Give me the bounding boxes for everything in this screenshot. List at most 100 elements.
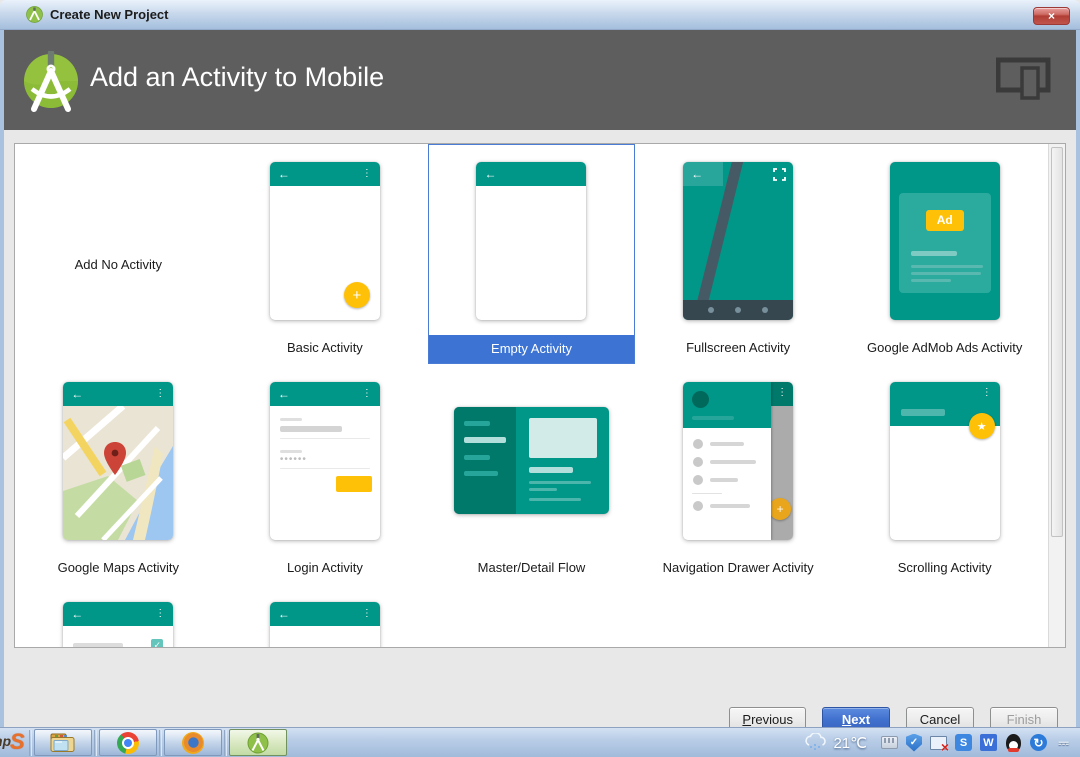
appbar: ← ⋮: [269, 162, 380, 186]
fab-plus-icon: +: [769, 498, 792, 520]
template-label: Master/Detail Flow: [477, 560, 586, 575]
taskbar-item-file-explorer[interactable]: [34, 729, 92, 756]
scrollbar-thumb[interactable]: [1051, 147, 1063, 537]
cancel-button[interactable]: Cancel: [906, 707, 974, 727]
overflow-menu-icon: ⋮: [155, 608, 166, 619]
nav-bar: [683, 300, 794, 320]
fullscreen-icon: [773, 168, 786, 181]
template-label: Scrolling Activity: [897, 560, 992, 575]
weather-widget[interactable]: 21℃: [803, 733, 867, 752]
taskbar-separator: [94, 729, 97, 756]
dimmed-content: [771, 406, 794, 540]
android-studio-logo: [24, 51, 78, 112]
downloader-icon[interactable]: ↻: [1030, 734, 1047, 751]
template-cell-basic-activity[interactable]: ← ⋮ + Basic Activity: [222, 144, 429, 364]
taskbar-item-partial[interactable]: hp S: [0, 729, 27, 757]
template-cell-empty-activity[interactable]: ← Empty Activity: [428, 144, 635, 364]
window-titlebar[interactable]: Create New Project ×: [0, 0, 1080, 30]
template-cell-add-no-activity[interactable]: Add No Activity: [15, 144, 222, 364]
master-detail-thumbnail: [453, 407, 609, 514]
taskbar-separator: [224, 729, 227, 756]
overflow-menu-icon: ⋮: [361, 608, 372, 619]
folder-icon: [50, 733, 75, 752]
partial-thumbnail: ← ⋮: [269, 602, 380, 647]
vertical-scrollbar[interactable]: [1048, 144, 1065, 647]
overflow-menu-icon: ⋮: [361, 388, 372, 399]
map-graphic: [63, 406, 174, 540]
back-arrow-icon: ←: [71, 607, 84, 621]
taskbar: hp S: [0, 727, 1080, 757]
template-cell-nav-drawer[interactable]: ⋮ + Navigation Drawer Activity: [635, 364, 842, 584]
admob-activity-thumbnail: Ad: [889, 162, 1000, 320]
template-cell-admob-activity[interactable]: Ad Google AdMob Ads Activity: [841, 144, 1048, 364]
signin-button-shape: [335, 476, 372, 492]
empty-activity-thumbnail: ←: [476, 162, 587, 320]
template-label: Fullscreen Activity: [686, 340, 791, 355]
dialog-body: Add an Activity to Mobile Add No Activit…: [0, 30, 1080, 727]
login-activity-thumbnail: ← ⋮ ••••••: [269, 382, 380, 540]
overflow-menu-icon: ⋮: [981, 387, 992, 398]
template-cell-scrolling-activity[interactable]: ⋮ ★ Scrolling Activity: [841, 364, 1048, 584]
taskbar-item-android-studio[interactable]: [229, 729, 287, 756]
nav-drawer-thumbnail: ⋮ +: [683, 382, 794, 540]
ad-badge: Ad: [925, 210, 964, 231]
taskbar-item-firefox[interactable]: [164, 729, 222, 756]
template-label: Add No Activity: [74, 256, 163, 272]
overflow-menu-icon: ⋮: [155, 388, 166, 399]
taskbar-separator: [159, 729, 162, 756]
taskbar-item-chrome[interactable]: [99, 729, 157, 756]
firefox-icon: [182, 731, 204, 754]
fullscreen-activity-thumbnail: ←: [683, 162, 794, 320]
appbar-edge: ⋮: [771, 382, 794, 406]
back-arrow-icon: ←: [71, 387, 84, 401]
close-button[interactable]: ×: [1033, 7, 1070, 25]
detail-pane: [516, 407, 609, 514]
keyboard-tray-icon[interactable]: [881, 734, 898, 751]
back-arrow-icon: ←: [484, 167, 497, 181]
back-arrow-icon: ←: [683, 162, 724, 186]
next-button[interactable]: Next: [822, 707, 890, 727]
template-label: Basic Activity: [286, 340, 363, 355]
drawer-panel: [683, 382, 772, 540]
template-gallery: Add No Activity ← ⋮ + Basic Activity ← E…: [14, 143, 1066, 648]
back-arrow-icon: ←: [277, 607, 290, 621]
password-dots: ••••••: [279, 454, 307, 465]
chrome-icon: [117, 731, 139, 754]
template-grid: Add No Activity ← ⋮ + Basic Activity ← E…: [15, 144, 1048, 647]
network-error-icon[interactable]: ×: [930, 734, 949, 754]
taskbar-separator: [29, 729, 32, 756]
template-cell-partial-1[interactable]: ← ⋮ ✓: [15, 584, 222, 647]
appbar: ←: [476, 162, 587, 186]
template-cell-partial-2[interactable]: ← ⋮: [222, 584, 429, 647]
template-cell-maps-activity[interactable]: ← ⋮ Google Maps Activity: [15, 364, 222, 584]
template-cell-master-detail[interactable]: Master/Detail Flow: [428, 364, 635, 584]
security-shield-icon[interactable]: ✓: [906, 733, 922, 752]
close-icon: ×: [1047, 9, 1055, 23]
template-label: Login Activity: [286, 560, 363, 575]
previous-button[interactable]: Previous: [729, 707, 806, 727]
basic-activity-thumbnail: ← ⋮ +: [269, 162, 380, 320]
android-studio-window-icon: [26, 6, 43, 23]
system-tray: 21℃ ✓ × S W ↻ ⎓: [803, 733, 1080, 754]
template-cell-login-activity[interactable]: ← ⋮ •••••• Login Activity: [222, 364, 429, 584]
input-method-icon[interactable]: S: [955, 734, 972, 751]
back-arrow-icon: ←: [277, 387, 290, 401]
word-icon[interactable]: W: [980, 734, 997, 751]
selected-template-label: Empty Activity: [429, 335, 634, 363]
remove-hardware-icon[interactable]: ⎓: [1055, 734, 1072, 751]
mobile-device-icon: [996, 57, 1051, 100]
template-cell-fullscreen-activity[interactable]: ← Fullscreen Activity: [635, 144, 842, 364]
qq-icon[interactable]: [1005, 733, 1022, 752]
overflow-menu-icon: ⋮: [361, 168, 372, 179]
template-label: Navigation Drawer Activity: [662, 560, 814, 575]
android-studio-icon: [247, 732, 269, 753]
checkbox-icon: ✓: [151, 639, 164, 647]
avatar: [692, 391, 710, 408]
appbar: ← ⋮: [63, 382, 174, 406]
scrolling-activity-thumbnail: ⋮ ★: [889, 382, 1000, 540]
partial-thumbnail: ← ⋮ ✓: [63, 602, 174, 647]
desktop-screen: Create New Project × Add an Activity to …: [0, 0, 1080, 757]
window-title: Create New Project: [50, 7, 169, 22]
weather-temperature: 21℃: [833, 734, 867, 752]
finish-button[interactable]: Finish: [990, 707, 1058, 727]
